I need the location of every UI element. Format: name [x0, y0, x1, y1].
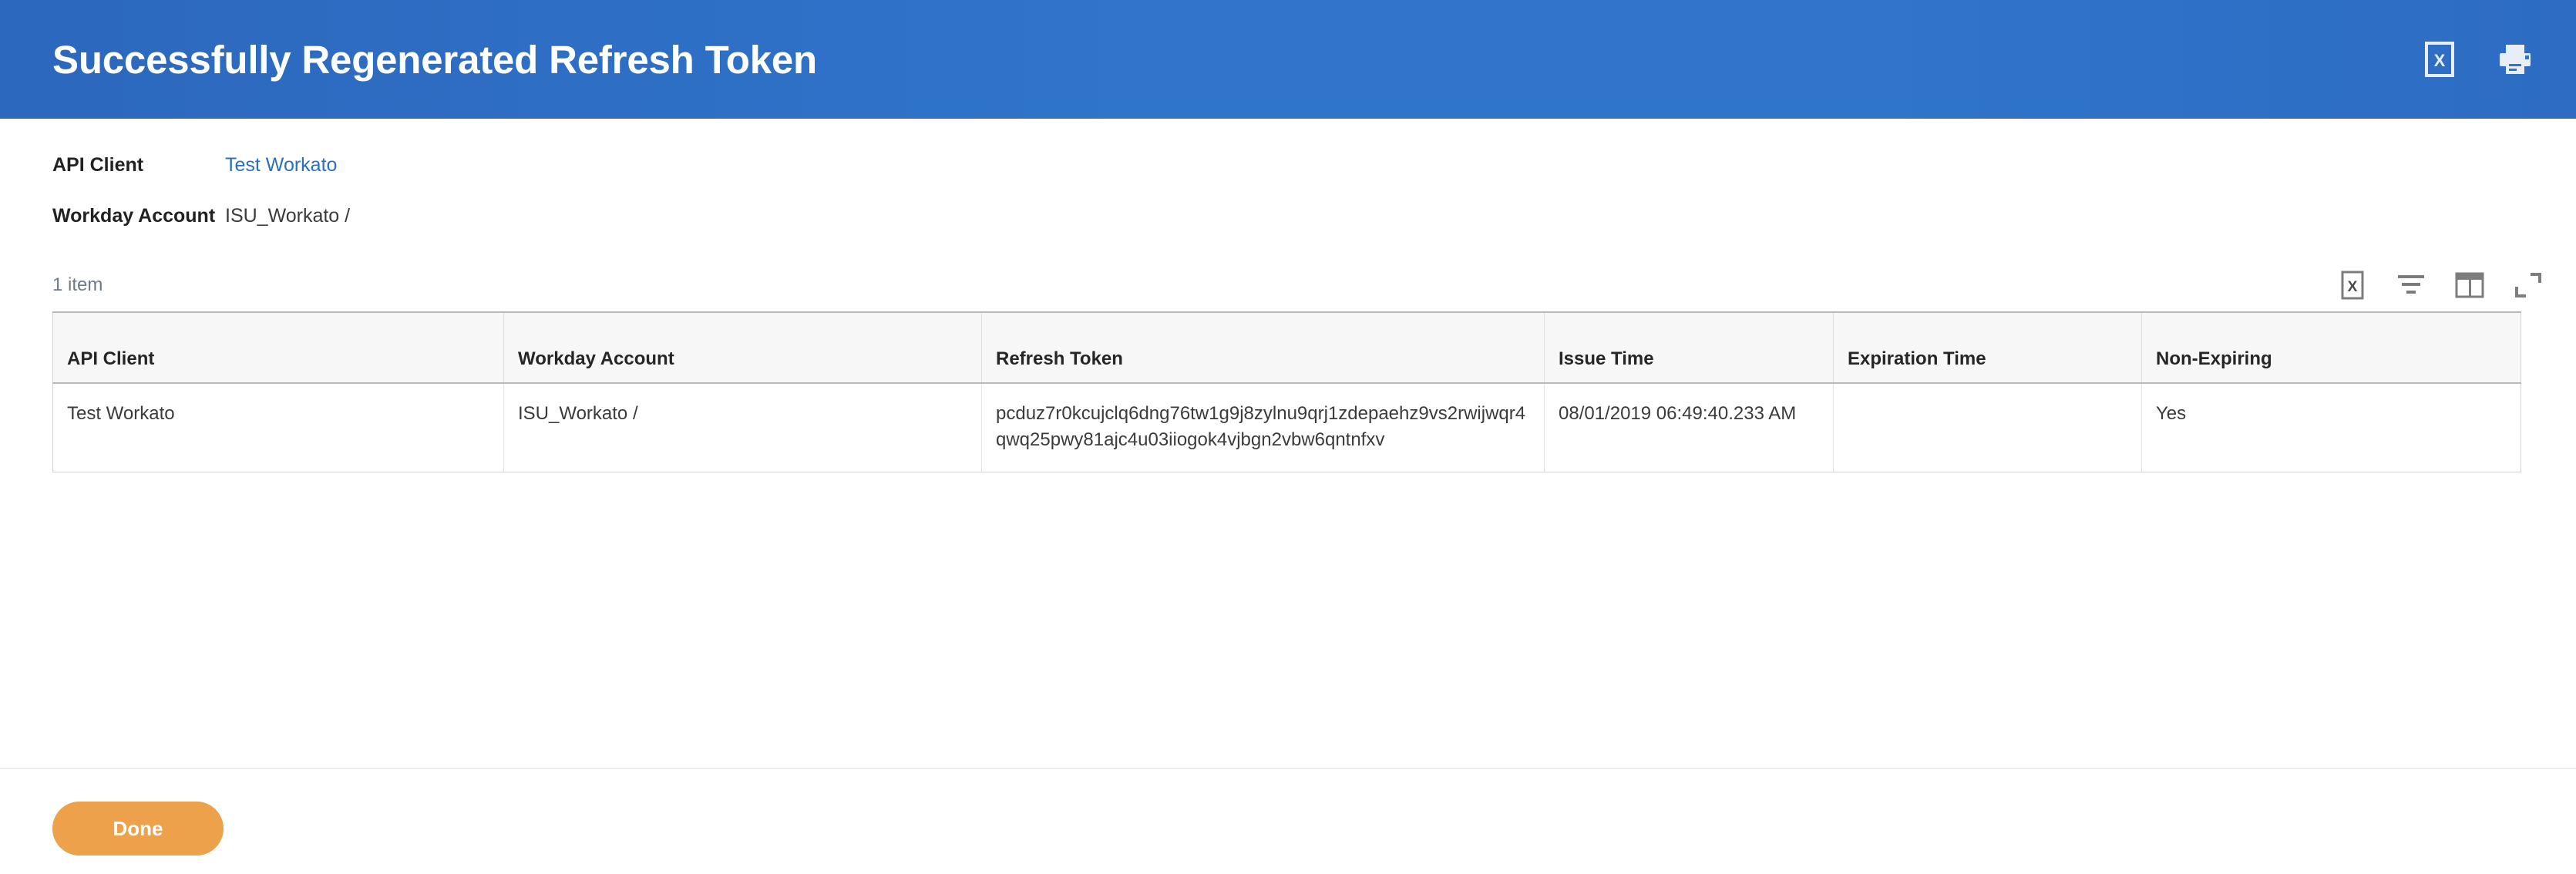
field-value-api-client[interactable]: Test Workato [225, 154, 337, 176]
grid-export-to-excel-icon[interactable]: X [2337, 270, 2368, 301]
svg-text:X: X [2348, 279, 2358, 295]
column-header-non-expiring[interactable]: Non-Expiring [2142, 312, 2521, 383]
results-table-container: API Client Workday Account Refresh Token… [0, 311, 2576, 472]
grid-filter-icon[interactable] [2396, 270, 2426, 301]
print-icon[interactable] [2497, 42, 2533, 77]
column-header-issue-time[interactable]: Issue Time [1545, 312, 1834, 383]
grid-toggle-columns-icon[interactable] [2454, 270, 2485, 301]
done-button[interactable]: Done [52, 802, 224, 856]
page-header: Successfully Regenerated Refresh Token X [0, 0, 2576, 119]
svg-text:X: X [2434, 51, 2446, 70]
page-footer: Done [0, 768, 2576, 874]
table-head: API Client Workday Account Refresh Token… [53, 312, 2521, 383]
table-row: Test Workato ISU_Workato / pcduz7r0kcujc… [53, 383, 2521, 472]
grid-toolbar: 1 item X [0, 256, 2576, 311]
item-count-label: 1 item [52, 274, 103, 296]
table-body: Test Workato ISU_Workato / pcduz7r0kcujc… [53, 383, 2521, 472]
field-label-api-client: API Client [52, 154, 225, 176]
cell-issue-time: 08/01/2019 06:49:40.233 AM [1545, 383, 1834, 472]
cell-workday-account: ISU_Workato / [504, 383, 982, 472]
field-row-api-client: API Client Test Workato [52, 154, 2576, 205]
header-actions: X [2422, 42, 2533, 77]
field-value-workday-account: ISU_Workato / [225, 205, 350, 227]
grid-toolbar-icons: X [2337, 270, 2544, 301]
field-label-workday-account: Workday Account [52, 205, 225, 227]
field-row-workday-account: Workday Account ISU_Workato / [52, 205, 2576, 256]
column-header-refresh-token[interactable]: Refresh Token [982, 312, 1545, 383]
column-header-workday-account[interactable]: Workday Account [504, 312, 982, 383]
grid-expand-icon[interactable] [2513, 270, 2544, 301]
cell-expiration-time [1834, 383, 2142, 472]
column-header-api-client[interactable]: API Client [53, 312, 504, 383]
cell-refresh-token: pcduz7r0kcujclq6dng76tw1g9j8zylnu9qrj1zd… [982, 383, 1545, 472]
table-header-row: API Client Workday Account Refresh Token… [53, 312, 2521, 383]
page-title: Successfully Regenerated Refresh Token [52, 40, 817, 79]
column-header-expiration-time[interactable]: Expiration Time [1834, 312, 2142, 383]
refresh-token-table: API Client Workday Account Refresh Token… [52, 311, 2521, 472]
export-to-excel-icon[interactable]: X [2422, 42, 2457, 77]
cell-api-client[interactable]: Test Workato [53, 383, 504, 472]
summary-fields: API Client Test Workato Workday Account … [0, 119, 2576, 256]
cell-non-expiring: Yes [2142, 383, 2521, 472]
